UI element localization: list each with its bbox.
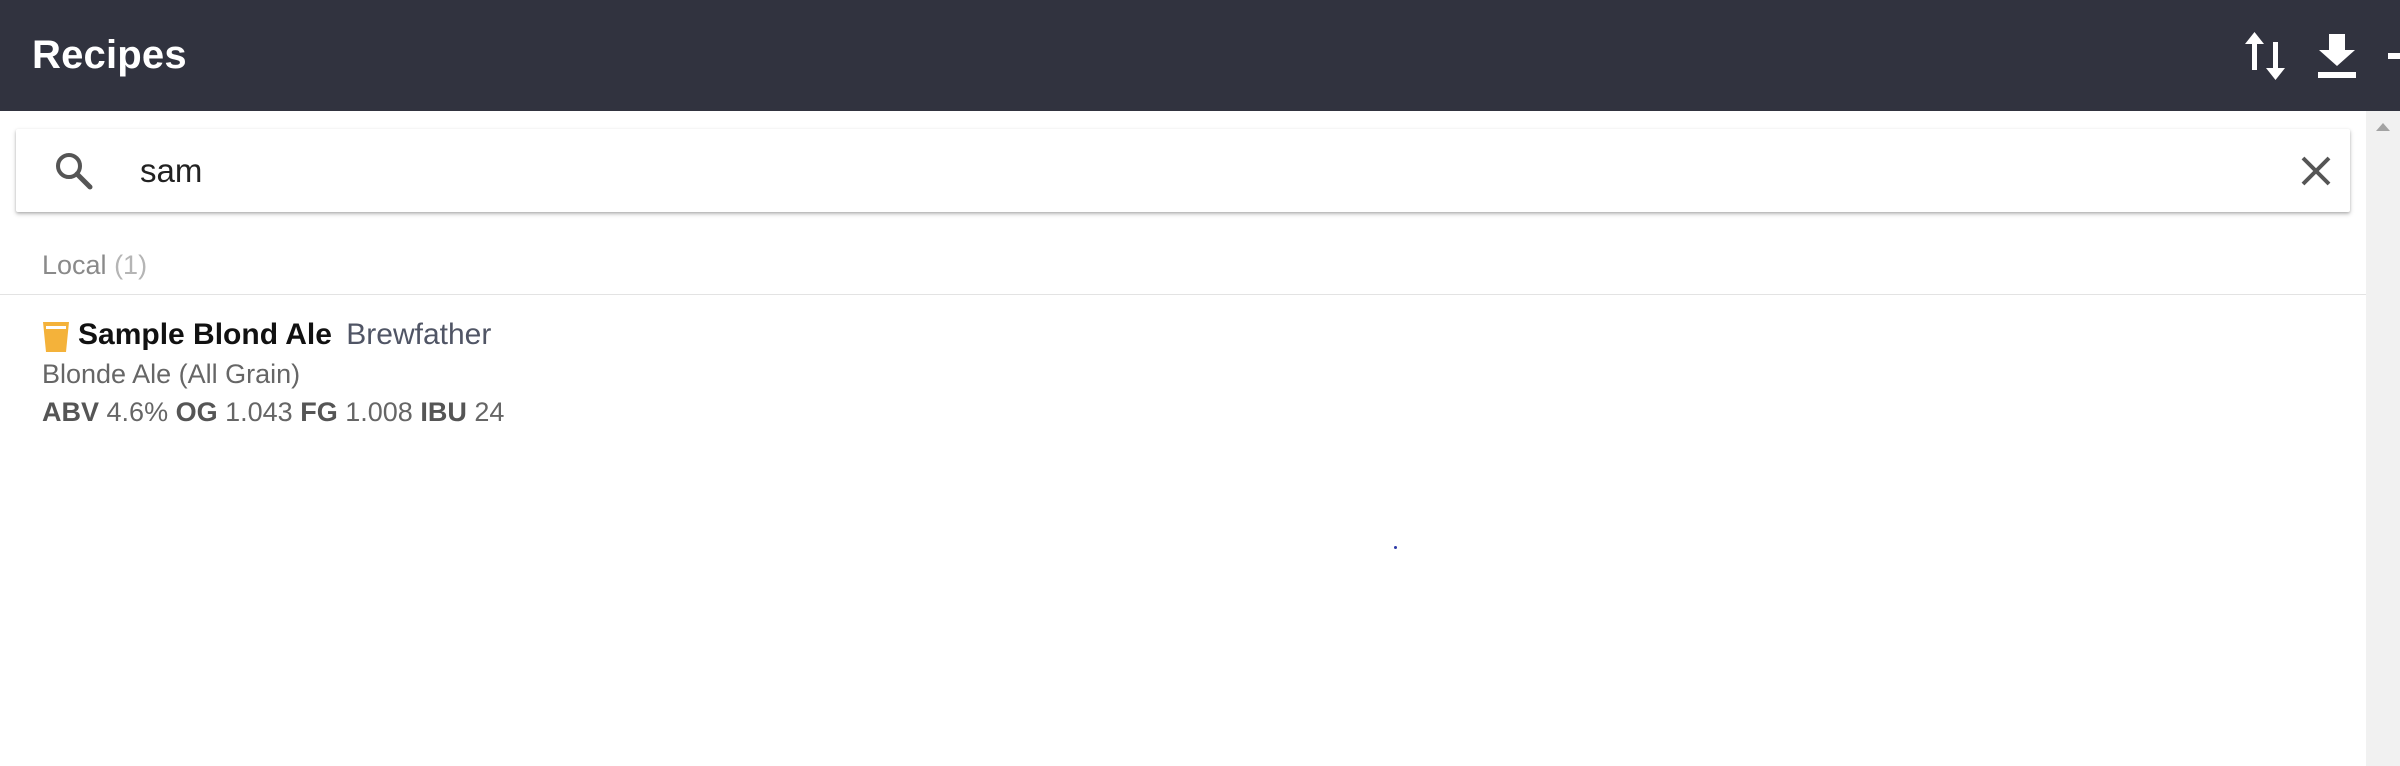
search-bar (16, 129, 2350, 212)
search-icon (56, 153, 93, 190)
page-title: Recipes (32, 33, 187, 77)
beer-glass-icon (43, 322, 69, 352)
og-label: OG (175, 397, 218, 427)
plus-icon (2388, 53, 2400, 59)
search-input[interactable] (140, 145, 2240, 197)
fg-value: 1.008 (345, 397, 413, 427)
add-recipe-button[interactable] (2377, 26, 2400, 86)
ibu-value: 24 (474, 397, 505, 427)
recipe-author: Brewfather (346, 318, 492, 351)
recipe-stats: ABV 4.6% OG 1.043 FG 1.008 IBU 24 (42, 395, 504, 429)
close-icon[interactable] (2296, 151, 2336, 191)
section-label: Local (42, 250, 107, 280)
section-count: (1) (114, 250, 148, 280)
sort-button[interactable] (2235, 26, 2295, 86)
ibu-label: IBU (420, 397, 467, 427)
recipe-list-panel: Local (1) Sample Blond Ale Brewfather Bl… (0, 111, 2366, 766)
app-bar: Recipes (0, 0, 2400, 111)
fg-label: FG (300, 397, 338, 427)
download-icon (2318, 34, 2356, 78)
divider (0, 294, 2366, 295)
abv-value: 4.6% (106, 397, 169, 427)
scrollbar[interactable] (2366, 111, 2400, 766)
abv-label: ABV (42, 397, 100, 427)
recipe-title-line: Sample Blond Ale Brewfather (78, 316, 491, 354)
og-value: 1.043 (225, 397, 293, 427)
recipe-name: Sample Blond Ale (78, 318, 332, 351)
section-header-local: Local (1) (42, 248, 147, 282)
recipe-style: Blonde Ale (All Grain) (42, 359, 301, 389)
import-button[interactable] (2307, 26, 2367, 86)
recipe-list-item[interactable]: Sample Blond Ale Brewfather Blonde Ale (… (0, 301, 2366, 429)
scroll-up-arrow-icon[interactable] (2376, 123, 2390, 131)
sort-arrows-icon (2245, 32, 2285, 80)
loading-indicator (1394, 546, 1397, 549)
